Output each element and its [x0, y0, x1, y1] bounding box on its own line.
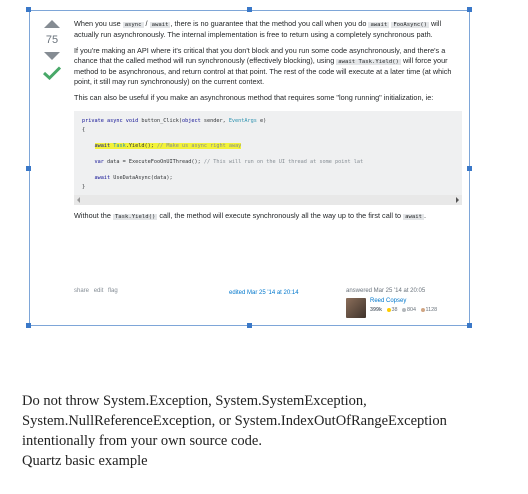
vote-column: 75	[40, 20, 64, 80]
code-comment: // Make us async right away	[156, 143, 242, 149]
code-keyword: private async void	[82, 118, 139, 124]
code-line: await UseDataAsync(data);	[82, 174, 456, 183]
answer-body: When you use async / await, there is no …	[74, 19, 462, 228]
text: , there is no guarantee that the method …	[170, 19, 369, 28]
answered-time: answered Mar 25 '14 at 20:05	[346, 288, 426, 294]
inline-code: Task.Yield()	[112, 214, 158, 220]
code-text: e)	[256, 118, 267, 124]
post-menu: share edit flag edited Mar 25 '14 at 20:…	[74, 288, 462, 322]
avatar[interactable]	[346, 298, 366, 318]
flag-link[interactable]: flag	[108, 288, 118, 294]
share-link[interactable]: share	[74, 288, 89, 294]
code-block: private async void button_Click(object s…	[74, 111, 462, 205]
reputation-score: 399k	[370, 307, 382, 313]
text-line: intentionally from your own source code.	[22, 433, 262, 449]
text-line: Do not throw System.Exception, System.Sy…	[22, 393, 367, 409]
text: /	[143, 19, 150, 28]
code-keyword: await	[94, 175, 111, 181]
paragraph: Without the Task.Yield() call, the metho…	[74, 211, 462, 222]
resize-handle[interactable]	[26, 166, 31, 171]
text: Without the	[74, 211, 113, 220]
text-line: Quartz basic example	[22, 453, 148, 469]
inline-code: await	[403, 214, 424, 220]
silver-badge-count: 804	[407, 307, 416, 313]
user-card: answered Mar 25 '14 at 20:05 Reed Copsey…	[346, 288, 458, 320]
page-text: Do not throw System.Exception, System.Sy…	[22, 391, 512, 471]
user-reputation: 399k 38 804 1128	[370, 307, 437, 313]
code-type: Task	[110, 143, 126, 149]
accepted-check-icon	[43, 66, 61, 80]
inline-code: await	[368, 22, 390, 28]
code-line: var data = ExecuteFooOnUIThread(); // Th…	[82, 158, 456, 167]
code-comment: // This will run on the UI thread at som…	[203, 159, 364, 165]
code-text: sender,	[200, 118, 229, 124]
code-keyword: await	[94, 143, 111, 149]
resize-handle[interactable]	[247, 323, 252, 328]
paragraph: If you're making an API where it's criti…	[74, 46, 462, 87]
text-line: System.NullReferenceException, or System…	[22, 413, 447, 429]
resize-handle[interactable]	[26, 7, 31, 12]
code-line: {	[82, 127, 86, 133]
code-text: button_Click(	[138, 118, 182, 124]
resize-handle[interactable]	[467, 323, 472, 328]
gold-badge-icon	[386, 307, 391, 312]
code-type: EventArgs	[228, 118, 257, 124]
resize-handle[interactable]	[26, 323, 31, 328]
paragraph: When you use async / await, there is no …	[74, 19, 462, 40]
text: When you use	[74, 19, 123, 28]
edited-link[interactable]: edited Mar 25 '14 at 20:14	[229, 290, 299, 296]
post-actions: share edit flag	[74, 288, 121, 294]
code-keyword: var	[94, 159, 104, 165]
code-line: private async void button_Click(object s…	[82, 117, 456, 126]
user-name-link[interactable]: Reed Copsey	[370, 298, 406, 304]
horizontal-scrollbar[interactable]	[74, 195, 462, 205]
code-text: UseDataAsync(data);	[110, 175, 173, 181]
text: call, the method will execute synchronou…	[157, 211, 404, 220]
arrow-up-icon[interactable]	[44, 20, 60, 28]
code-line: await Task.Yield(); // Make us async rig…	[82, 142, 456, 151]
bronze-badge-count: 1128	[425, 307, 438, 313]
code-highlight: await Task.Yield(); // Make us async rig…	[94, 143, 242, 149]
scroll-right-icon[interactable]	[456, 197, 459, 203]
text: .	[424, 211, 427, 220]
silver-badge-icon	[402, 307, 406, 312]
code-line: }	[82, 184, 86, 190]
code-text: .Yield();	[125, 143, 157, 149]
resize-handle[interactable]	[467, 166, 472, 171]
gold-badge-count: 38	[391, 307, 398, 313]
inline-code: await	[149, 22, 171, 28]
arrow-down-icon[interactable]	[44, 52, 60, 60]
code-keyword: object	[181, 118, 201, 124]
paragraph: This can also be useful if you make an a…	[74, 93, 434, 102]
inline-code: await Task.Yield()	[336, 59, 401, 65]
vote-count: 75	[45, 34, 59, 46]
edit-link[interactable]: edit	[94, 288, 104, 294]
code-text: data = ExecuteFooOnUIThread();	[103, 159, 204, 165]
bronze-badge-icon	[420, 307, 425, 312]
resize-handle[interactable]	[247, 7, 252, 12]
inline-code: FooAsync()	[391, 22, 429, 28]
inline-code: async	[122, 22, 144, 28]
resize-handle[interactable]	[467, 7, 472, 12]
scroll-left-icon[interactable]	[77, 197, 80, 203]
